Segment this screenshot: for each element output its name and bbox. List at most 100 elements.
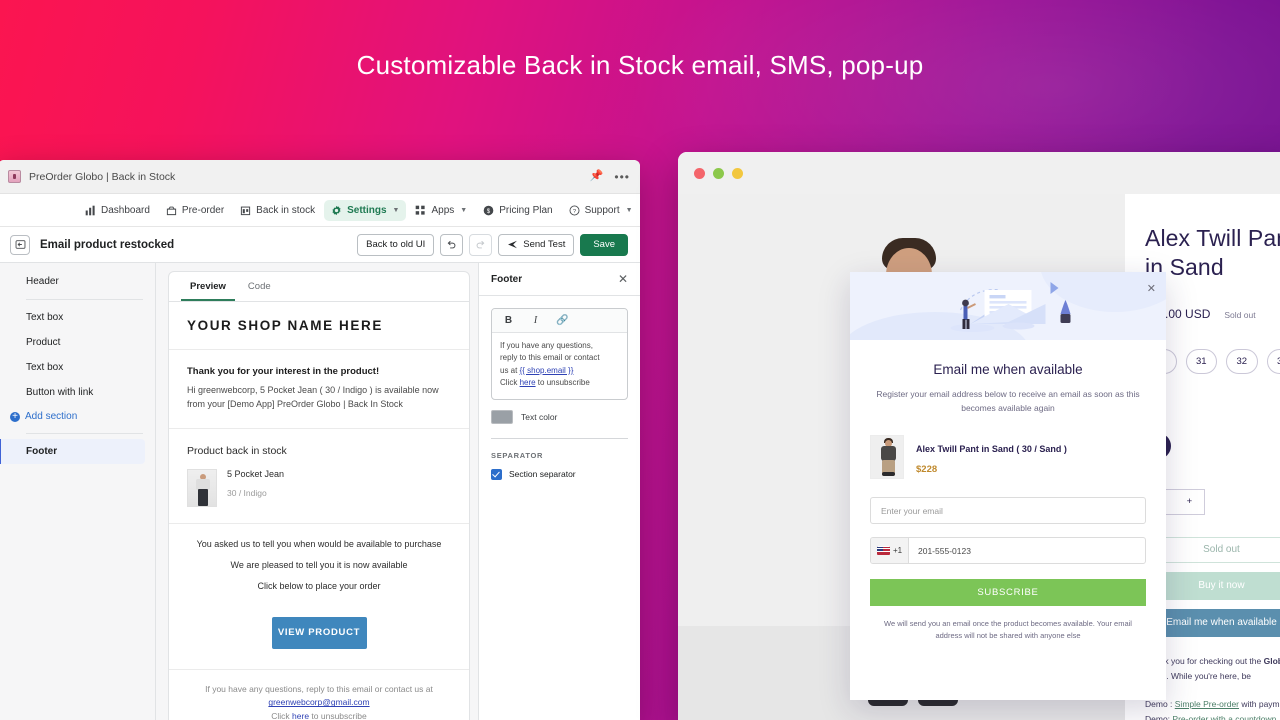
preview-tabs: Preview Code bbox=[169, 272, 469, 302]
nav-label-support: Support bbox=[584, 204, 620, 216]
save-button[interactable]: Save bbox=[580, 233, 628, 256]
back-arrow-icon[interactable] bbox=[10, 234, 30, 255]
email-preview-body: YOUR SHOP NAME HERE Thank you for your i… bbox=[169, 302, 469, 720]
text-color-swatch[interactable] bbox=[491, 409, 513, 424]
chevron-down-icon: ▼ bbox=[460, 206, 468, 214]
sidebar-label: Text box bbox=[26, 362, 64, 373]
subscribe-button[interactable]: SUBSCRIBE bbox=[870, 579, 1146, 607]
view-product-button[interactable]: VIEW PRODUCT bbox=[271, 616, 367, 649]
back-to-old-ui-button[interactable]: Back to old UI bbox=[357, 233, 435, 256]
email-thanks-heading: Thank you for your interest in the produ… bbox=[187, 366, 380, 377]
rte-line-4-post: to unsubscribe bbox=[535, 378, 590, 388]
sidebar-label: Button with link bbox=[26, 387, 94, 398]
send-test-button[interactable]: Send Test bbox=[498, 233, 575, 256]
undo-icon bbox=[447, 240, 456, 249]
rte-content[interactable]: If you have any questions, reply to this… bbox=[492, 333, 627, 399]
phone-input[interactable]: 201-555-0123 bbox=[909, 538, 971, 563]
add-section-button[interactable]: Add section bbox=[0, 405, 155, 428]
rte-toolbar: B I 🔗 bbox=[492, 309, 627, 333]
traffic-light-close-icon[interactable] bbox=[694, 167, 705, 179]
nav-label-pricing-plan: Pricing Plan bbox=[499, 204, 553, 216]
nav-label-pre-order: Pre-order bbox=[181, 204, 225, 216]
demo-pre-1: Demo : bbox=[1145, 698, 1175, 709]
section-separator-checkbox[interactable] bbox=[491, 468, 502, 480]
shop-email-variable-link[interactable]: {{ shop.email }} bbox=[520, 366, 574, 375]
popup-privacy-note: We will send you an email once the produ… bbox=[884, 619, 1132, 641]
email-footer-address-link[interactable]: greenwebcorp@gmail.com bbox=[268, 697, 369, 707]
sidebar-label: Product bbox=[26, 337, 61, 348]
email-product-block[interactable]: Product back in stock 5 Pocket Jean 30 /… bbox=[169, 429, 469, 524]
email-footer-block[interactable]: If you have any questions, reply to this… bbox=[169, 668, 469, 720]
sidebar-item-header[interactable]: Header bbox=[0, 269, 155, 294]
more-icon[interactable]: ••• bbox=[614, 171, 630, 183]
popup-product-row: Alex Twill Pant in Sand ( 30 / Sand ) $2… bbox=[870, 435, 1146, 480]
size-option-31[interactable]: 31 bbox=[1185, 348, 1217, 374]
popup-heading: Email me when available bbox=[933, 362, 1083, 377]
email-product-name: 5 Pocket Jean bbox=[227, 468, 285, 479]
section-separator-row[interactable]: Section separator bbox=[491, 468, 628, 480]
text-color-row[interactable]: Text color bbox=[491, 409, 628, 424]
redo-button[interactable] bbox=[469, 233, 493, 256]
pin-icon[interactable]: 📌 bbox=[590, 171, 604, 182]
undo-button[interactable] bbox=[440, 233, 464, 256]
email-line-3: Click below to place your order bbox=[257, 580, 381, 591]
sidebar-item-text-box-2[interactable]: Text box bbox=[0, 355, 155, 380]
banner-headline: Customizable Back in Stock email, SMS, p… bbox=[356, 50, 924, 80]
nav-item-apps[interactable]: Apps ▼ bbox=[408, 200, 474, 221]
country-code-selector[interactable]: +1 bbox=[871, 538, 909, 564]
popup-hero-banner: ✕ bbox=[850, 272, 1166, 340]
nav-item-pricing-plan[interactable]: $ Pricing Plan bbox=[476, 200, 559, 221]
sidebar-item-product[interactable]: Product bbox=[0, 330, 155, 355]
size-option-33[interactable]: 33 bbox=[1266, 348, 1280, 374]
demo-link-countdown[interactable]: Pre-order with a countdown bbox=[1172, 714, 1276, 720]
demo-link-simple-pre-order[interactable]: Simple Pre-order bbox=[1175, 699, 1239, 709]
italic-icon[interactable]: I bbox=[529, 315, 542, 326]
rte-line-1: If you have any questions, bbox=[500, 341, 593, 350]
nav-item-settings[interactable]: Settings ▼ bbox=[324, 199, 407, 221]
sidebar-item-button-with-link[interactable]: Button with link bbox=[0, 380, 155, 405]
preview-column: Preview Code YOUR SHOP NAME HERE Thank y… bbox=[156, 263, 478, 720]
rte-unsubscribe-link[interactable]: here bbox=[520, 378, 536, 387]
svg-text:$: $ bbox=[487, 207, 491, 214]
sidebar-item-text-box-1[interactable]: Text box bbox=[0, 305, 155, 330]
bold-icon[interactable]: B bbox=[502, 315, 515, 326]
sidebar-divider bbox=[26, 433, 143, 434]
email-input-placeholder: Enter your email bbox=[881, 505, 943, 516]
close-icon[interactable]: ✕ bbox=[1147, 284, 1156, 295]
close-icon[interactable]: ✕ bbox=[618, 273, 628, 285]
email-header-block[interactable]: YOUR SHOP NAME HERE bbox=[169, 302, 469, 350]
link-icon[interactable]: 🔗 bbox=[556, 315, 569, 326]
screenshot-stage: Customizable Back in Stock email, SMS, p… bbox=[0, 0, 1280, 720]
nav-item-dashboard[interactable]: Dashboard bbox=[78, 200, 157, 221]
separator-heading: SEPARATOR bbox=[491, 450, 544, 460]
send-icon bbox=[508, 240, 518, 249]
quantity-increase-button[interactable]: + bbox=[1187, 496, 1193, 507]
add-section-label: Add section bbox=[25, 411, 78, 422]
size-option-32[interactable]: 32 bbox=[1226, 348, 1258, 374]
tab-preview[interactable]: Preview bbox=[181, 272, 235, 301]
email-input[interactable]: Enter your email bbox=[870, 497, 1146, 525]
traffic-light-maximize-icon[interactable] bbox=[732, 167, 743, 179]
tab-code[interactable]: Code bbox=[239, 272, 280, 301]
nav-item-pre-order[interactable]: Pre-order bbox=[159, 200, 231, 221]
popup-product-name: Alex Twill Pant in Sand ( 30 / Sand ) bbox=[916, 444, 1067, 455]
nav-item-back-in-stock[interactable]: Back in stock bbox=[233, 200, 322, 221]
email-intro-block[interactable]: Thank you for your interest in the produ… bbox=[169, 350, 469, 429]
sections-sidebar: Header Text box Product Text box Button … bbox=[0, 263, 156, 720]
rich-text-editor[interactable]: B I 🔗 If you have any questions, reply t… bbox=[491, 308, 628, 400]
email-message-block[interactable]: You asked us to tell you when would be a… bbox=[169, 524, 469, 608]
email-product-row: 5 Pocket Jean 30 / Indigo bbox=[187, 468, 451, 507]
plus-circle-icon bbox=[10, 411, 20, 422]
email-intro-body: Hi greenwebcorp, 5 Pocket Jean ( 30 / In… bbox=[187, 385, 439, 409]
nav-item-support[interactable]: ? Support ▼ bbox=[562, 200, 640, 221]
apps-grid-icon bbox=[415, 205, 426, 216]
sidebar-item-footer[interactable]: Footer bbox=[0, 439, 145, 464]
svg-text:?: ? bbox=[572, 208, 576, 214]
question-circle-icon: ? bbox=[569, 205, 580, 216]
footer-settings-panel: Footer ✕ B I 🔗 If you have any questions… bbox=[478, 263, 640, 720]
email-line-2: We are pleased to tell you it is now ava… bbox=[230, 559, 408, 570]
traffic-light-minimize-icon[interactable] bbox=[713, 167, 724, 179]
unsubscribe-link[interactable]: here bbox=[292, 711, 309, 720]
email-footer-text: If you have any questions, reply to this… bbox=[187, 683, 451, 710]
phone-input-group[interactable]: +1 201-555-0123 bbox=[870, 537, 1146, 565]
